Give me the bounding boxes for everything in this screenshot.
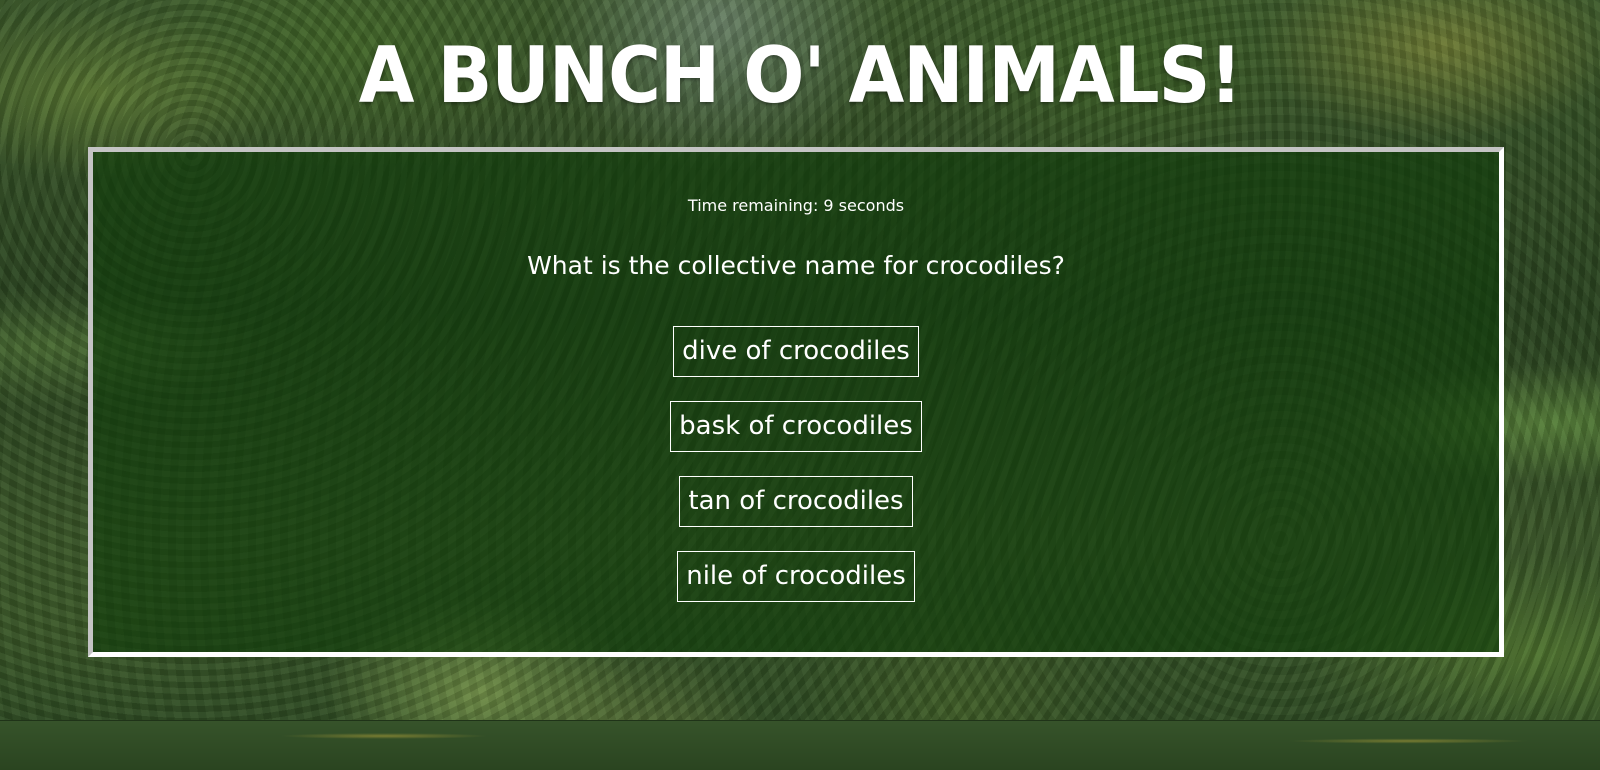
answer-button-bask[interactable]: bask of crocodiles (670, 401, 922, 452)
question-text: What is the collective name for crocodil… (527, 251, 1065, 280)
quiz-panel: Time remaining: 9 seconds What is the co… (88, 147, 1504, 657)
answer-button-nile[interactable]: nile of crocodiles (677, 551, 915, 602)
answer-button-dive[interactable]: dive of crocodiles (673, 326, 919, 377)
answer-button-tan[interactable]: tan of crocodiles (679, 476, 913, 527)
answer-list: dive of crocodiles bask of crocodiles ta… (93, 326, 1499, 602)
background-repeat-strip (0, 720, 1600, 770)
time-remaining: Time remaining: 9 seconds (687, 196, 905, 215)
page-title: A BUNCH O' ANIMALS! (358, 29, 1243, 121)
